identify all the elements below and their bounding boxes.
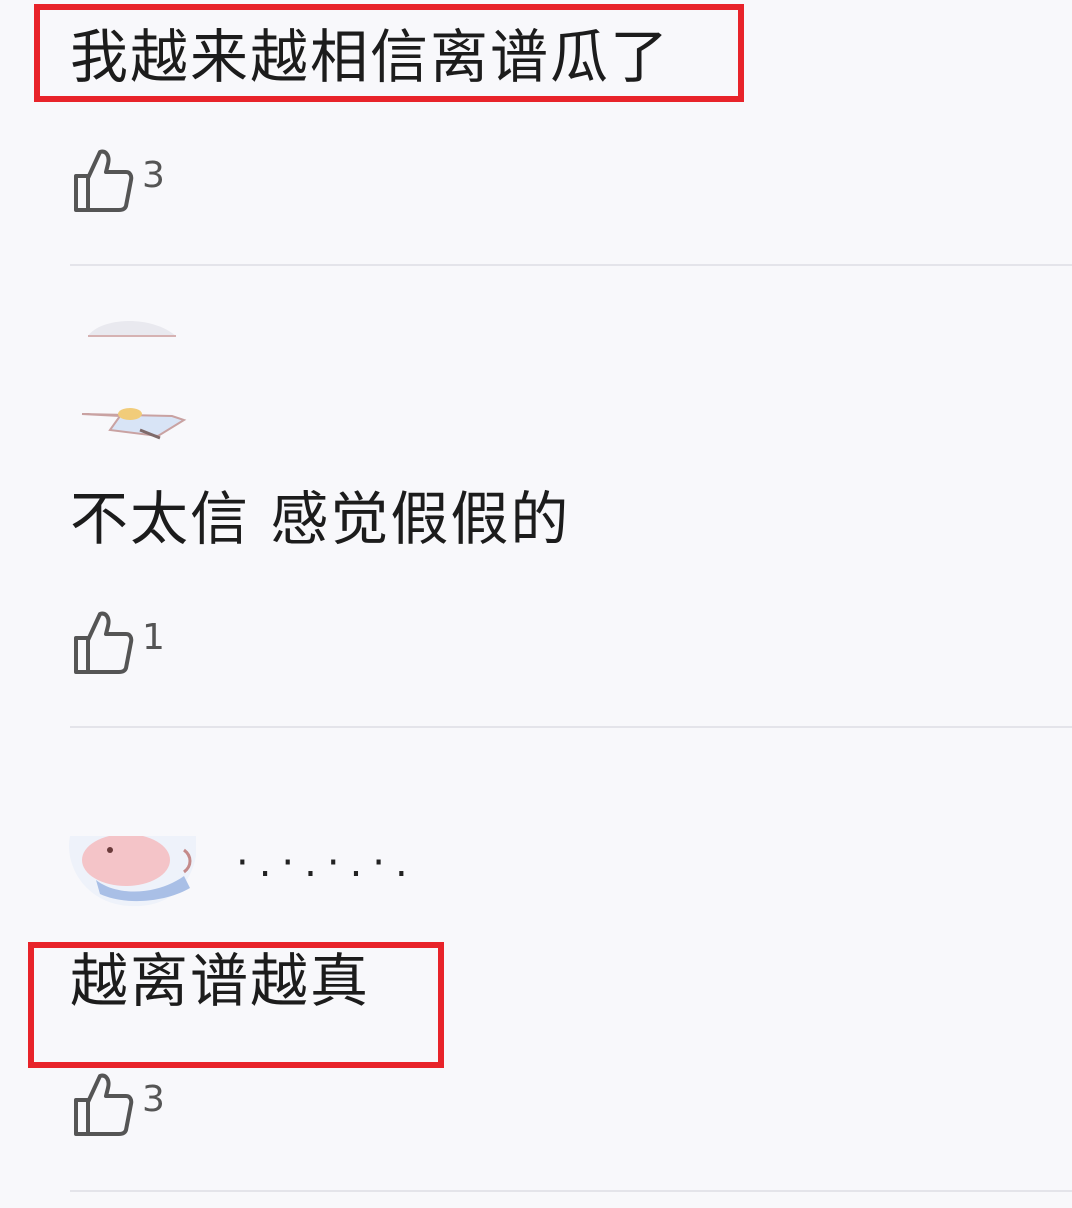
comment-text: 我越来越相信离谱瓜了 [70,23,671,91]
like-count: 3 [142,1079,165,1120]
thumbs-up-icon [72,610,134,680]
like-button[interactable]: 3 [72,148,165,218]
avatar[interactable] [80,318,190,448]
divider [70,726,1072,728]
like-button[interactable]: 1 [72,610,165,680]
username[interactable]: ·.·.·.·. [236,840,418,886]
divider [70,1190,1072,1192]
comment-text: 越离谱越真 [70,947,371,1015]
comment-text: 不太信 感觉假假的 [70,485,571,553]
like-button[interactable]: 3 [72,1072,165,1142]
divider [70,264,1072,266]
thumbs-up-icon [72,1072,134,1142]
avatar[interactable] [66,836,200,910]
like-count: 3 [142,155,165,196]
like-count: 1 [142,617,165,658]
thumbs-up-icon [72,148,134,218]
